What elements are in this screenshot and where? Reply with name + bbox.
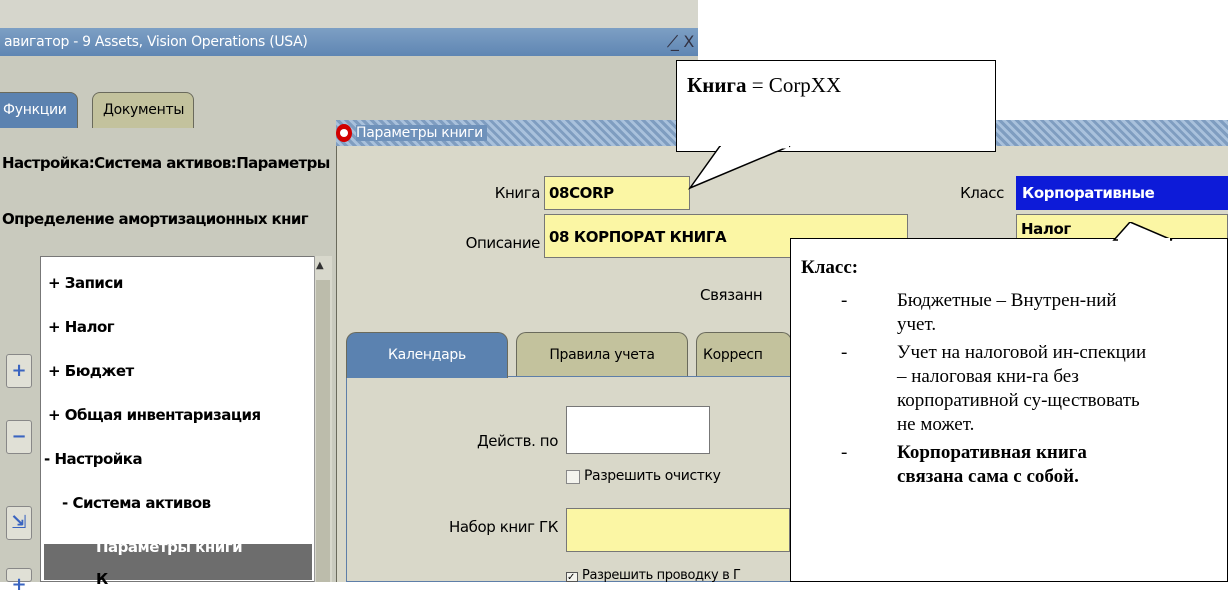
class-label: Класс: [960, 184, 1004, 202]
tree-item-book-params[interactable]: Параметры книги: [96, 538, 243, 556]
book-callout: Книга = CorpXX: [676, 60, 996, 152]
navigator-subtitle: Определение амортизационных книг: [2, 210, 309, 228]
book-callout-text: = CorpXX: [746, 73, 842, 97]
gl-set-label: Набор книг ГК: [448, 518, 558, 536]
gl-set-field[interactable]: [566, 508, 790, 552]
description-label: Описание: [465, 234, 541, 252]
navigator-path: Настройка:Система активов:Параметры: [2, 154, 330, 172]
class-callout-pointer: [1112, 222, 1173, 242]
tab-correspondence[interactable]: Корресп: [696, 332, 792, 376]
allow-posting-checkbox[interactable]: ✓: [566, 572, 578, 583]
window-controls[interactable]: _̸ X: [671, 28, 694, 56]
scroll-up-icon[interactable]: ▲: [316, 260, 324, 271]
tree-item-setup[interactable]: - Настройка: [44, 450, 143, 468]
class-callout-title: Класс:: [801, 257, 859, 278]
effective-field[interactable]: [566, 406, 710, 454]
book-label: Книга: [494, 184, 541, 202]
class-callout-item: - Корпоративная книга связана сама с собо…: [841, 442, 1087, 487]
book-callout-title: Книга: [687, 73, 747, 97]
class-callout-list: - Бюджетные – Внутрен-ний учет. - Учет на …: [801, 289, 1227, 489]
navigator-title: авигатор - 9 Assets, Vision Operations (…: [4, 34, 308, 50]
add-button[interactable]: +: [6, 568, 32, 595]
class-callout: Класс: - Бюджетные – Внутрен-ний учет. -У…: [790, 238, 1228, 582]
allow-purge-label: Разрешить очистку: [584, 468, 721, 484]
tree-item-asset-system[interactable]: - Система активов: [62, 494, 211, 512]
class-field[interactable]: Корпоративные: [1016, 176, 1228, 210]
tab-documents[interactable]: Документы: [92, 92, 194, 128]
tab-calendar[interactable]: Календарь: [346, 332, 508, 378]
tree-item-records[interactable]: + Записи: [48, 274, 123, 292]
tree-scroll-thumb[interactable]: [316, 280, 330, 582]
expand-all-button[interactable]: ⇲: [6, 506, 32, 540]
tree-item-budget[interactable]: + Бюджет: [48, 362, 134, 380]
associated-label: Связанн: [700, 286, 763, 304]
book-params-title: Параметры книги: [356, 125, 487, 141]
allow-posting-label: Разрешить проводку в Г: [582, 568, 741, 583]
tab-functions[interactable]: Функции: [0, 92, 78, 128]
allow-purge-checkbox[interactable]: [566, 470, 580, 484]
tab-accounting-rules[interactable]: Правила учета: [516, 332, 688, 376]
class-callout-item: - Бюджетные – Внутрен-ний учет.: [841, 290, 1117, 335]
class-callout-item: - Учет на налоговой ин-спекции – налогова…: [841, 342, 1147, 435]
collapse-button[interactable]: −: [6, 420, 32, 454]
expand-button[interactable]: +: [6, 354, 32, 388]
effective-label: Действ. по: [476, 432, 558, 450]
book-field[interactable]: 08CORP: [544, 176, 690, 210]
oracle-icon-center: [340, 129, 348, 137]
tree-item-tax[interactable]: + Налог: [48, 318, 115, 336]
tree-item-partial[interactable]: К: [96, 570, 108, 588]
tree-item-inventory[interactable]: + Общая инвентаризация: [48, 406, 261, 424]
book-callout-pointer: [687, 146, 791, 190]
navigator-title-bar: авигатор - 9 Assets, Vision Operations (…: [0, 28, 698, 56]
